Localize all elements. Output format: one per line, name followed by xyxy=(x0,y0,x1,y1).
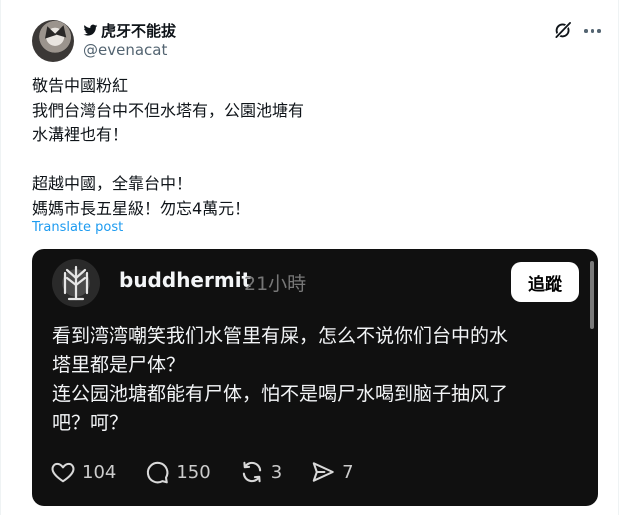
display-name[interactable]: 虎牙不能拔 xyxy=(101,20,176,41)
embed-avatar[interactable] xyxy=(52,259,100,307)
comment-count: 150 xyxy=(176,461,211,483)
post-text-line xyxy=(32,148,592,173)
like-count: 104 xyxy=(82,461,117,483)
embed-text-line: 看到湾湾嘲笑我们水管里有屎，怎么不说你们台中的水 xyxy=(52,325,509,347)
tweet-card: 虎牙不能拔 @evenacat 敬告中國粉紅 我們台灣台中不但水塔有，公園池塘有… xyxy=(0,0,619,515)
translate-post-link[interactable]: Translate post xyxy=(32,220,123,235)
avatar[interactable] xyxy=(32,20,74,62)
repost-button[interactable]: 3 xyxy=(239,459,282,485)
post-text-line: 敬告中國粉紅 xyxy=(32,76,129,95)
post-text: 敬告中國粉紅 我們台灣台中不但水塔有，公園池塘有 水溝裡也有！ 超越中國，全靠台… xyxy=(32,74,592,221)
embed-text-line: 连公园池塘都能有尸体，怕不是喝尸水喝到脑子抽风了 xyxy=(52,383,509,405)
grok-icon[interactable] xyxy=(553,20,573,40)
repost-count: 3 xyxy=(270,461,283,483)
more-icon[interactable] xyxy=(584,28,604,34)
follow-button[interactable]: 追蹤 xyxy=(511,262,579,302)
post-text-line: 媽媽市長五星級！勿忘4萬元！ xyxy=(32,198,251,218)
twitter-bird-icon xyxy=(83,24,98,36)
author-row[interactable]: 虎牙不能拔 xyxy=(83,20,176,41)
embedded-threads-post[interactable]: buddhermit 21小時 追蹤 看到湾湾嘲笑我们水管里有屎，怎么不说你们台… xyxy=(32,249,598,506)
repost-icon xyxy=(242,461,261,483)
handle[interactable]: @evenacat xyxy=(83,41,167,59)
post-text-line: 水溝裡也有！ xyxy=(32,125,129,144)
share-count: 7 xyxy=(342,461,354,483)
comment-button[interactable]: 150 xyxy=(144,459,211,485)
comment-icon xyxy=(147,461,169,484)
embed-text-line: 塔里都是尸体？ xyxy=(52,354,186,376)
embed-timestamp: 21小時 xyxy=(244,273,307,295)
like-button[interactable]: 104 xyxy=(50,459,116,485)
rune-symbol-icon xyxy=(63,265,89,301)
embed-text-line: 吧？呵？ xyxy=(52,412,129,434)
scrollbar[interactable] xyxy=(590,261,594,329)
engagement-bar: 104 150 3 7 xyxy=(50,457,382,487)
share-button[interactable]: 7 xyxy=(310,459,354,485)
embed-username[interactable]: buddhermit xyxy=(119,268,251,292)
post-text-line: 超越中國，全靠台中！ xyxy=(32,174,193,193)
heart-icon xyxy=(51,462,75,483)
embed-text: 看到湾湾嘲笑我们水管里有屎，怎么不说你们台中的水 塔里都是尸体？ 连公园池塘都能… xyxy=(52,322,582,438)
share-icon xyxy=(312,462,334,482)
post-text-line: 我們台灣台中不但水塔有，公園池塘有 xyxy=(32,100,305,120)
